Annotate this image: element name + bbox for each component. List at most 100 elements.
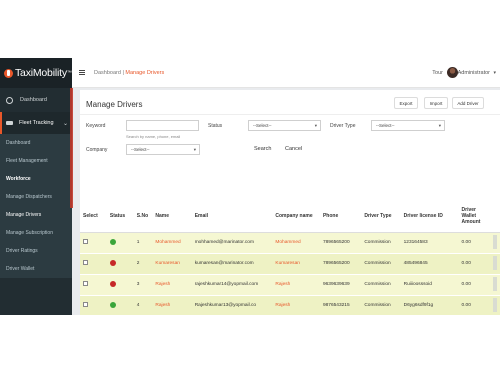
company-link[interactable]: Rajesh (272, 274, 320, 296)
status-active-icon[interactable] (109, 238, 116, 245)
drivers-table-body: 1 Mohammed mohhamed@marinator.com Mohammed 7… (80, 232, 500, 315)
license-cell: Ruiiioosssoid (400, 274, 459, 296)
sidebar-item-fleet-tracking[interactable]: Fleet Tracking ⌄ (0, 112, 72, 134)
phone-cell: 7896565200 (319, 253, 362, 275)
dashboard-icon (6, 96, 13, 104)
menu-toggle-icon[interactable] (79, 69, 85, 76)
header-divider (80, 114, 500, 115)
driver-type-cell: Commission (361, 274, 401, 296)
tour-link[interactable]: Tour (432, 70, 443, 76)
user-name[interactable]: Administrator (458, 70, 490, 76)
company-link[interactable]: Mohammed (272, 232, 320, 254)
name-link[interactable]: Mohammed (152, 232, 192, 254)
chevron-down-icon: ⌄ (62, 121, 68, 127)
select-checkbox[interactable] (83, 239, 88, 244)
col-wallet[interactable]: Driver Wallet Amount (458, 200, 490, 233)
wallet-cell: 0.00 (458, 274, 490, 296)
col-select: Select (80, 200, 107, 233)
overflow-cell (489, 295, 500, 315)
status-select[interactable]: --Select-- ▾ (248, 120, 321, 131)
avatar[interactable] (447, 67, 458, 78)
add-driver-button[interactable]: Add Driver (452, 97, 484, 109)
overflow-cell (489, 232, 500, 254)
col-name[interactable]: Name (152, 200, 192, 233)
chevron-down-icon: ▾ (314, 123, 317, 128)
status-cell (106, 232, 134, 254)
breadcrumb-root[interactable]: Dashboard (94, 70, 121, 76)
email-cell: rajeshkumar14@yopmail.com (191, 274, 273, 296)
sidebar-item-manage-drivers[interactable]: Manage Drivers (0, 206, 72, 224)
overflow-cell (489, 253, 500, 275)
email-cell: mohhamed@marinator.com (191, 232, 273, 254)
col-sno[interactable]: S.No (133, 200, 153, 233)
cancel-button[interactable]: Cancel (285, 146, 302, 152)
company-link[interactable]: Kumaresan (272, 253, 320, 275)
table-row[interactable]: 1 Mohammed mohhamed@marinator.com Mohammed 7… (80, 232, 500, 254)
sidebar-section-workforce: Workforce (6, 176, 31, 182)
sidebar-item-fleet-management[interactable]: Fleet Management (0, 152, 72, 170)
sidebar-submenu: Dashboard Fleet Management Workforce Man… (0, 134, 72, 278)
import-button[interactable]: Import (424, 97, 448, 109)
phone-cell: 9876543215 (319, 295, 362, 315)
search-button[interactable]: Search (254, 146, 271, 152)
phone-cell: 9639639639 (319, 274, 362, 296)
top-bar: Dashboard | Manage Drivers Tour Administ… (72, 58, 500, 88)
select-checkbox (80, 295, 107, 315)
license-cell: 123164583 (400, 232, 459, 254)
select-checkbox[interactable] (83, 260, 88, 265)
sidebar-item-dashboard-sub[interactable]: Dashboard (0, 134, 72, 152)
drivers-table: Select Status S.No Name Email Company na… (80, 200, 500, 315)
col-phone[interactable]: Phone (319, 200, 362, 233)
overflow-column (492, 297, 497, 312)
select-checkbox (80, 232, 107, 254)
select-checkbox[interactable] (83, 281, 88, 286)
overflow-cell (489, 274, 500, 296)
caret-down-icon[interactable]: ▾ (493, 70, 496, 76)
driver-type-select[interactable]: --Select-- ▾ (371, 120, 445, 131)
brand-name: TaxiMobility (15, 67, 67, 79)
sidebar-item-driver-wallet[interactable]: Driver Wallet (0, 260, 72, 278)
sidebar-item-manage-dispatchers[interactable]: Manage Dispatchers (0, 188, 72, 206)
sidebar-item-dashboard[interactable]: Dashboard (0, 88, 72, 112)
export-button[interactable]: Export (394, 97, 418, 109)
col-company[interactable]: Company name (272, 200, 320, 233)
status-cell (106, 253, 134, 275)
name-link[interactable]: Rajesh (152, 274, 192, 296)
sidebar-item-manage-subscription[interactable]: Manage Subscription (0, 224, 72, 242)
overflow-column (492, 276, 497, 291)
col-license[interactable]: Driver license ID (400, 200, 459, 233)
company-select[interactable]: --Select-- ▾ (126, 144, 200, 155)
wallet-cell: 0.00 (458, 232, 490, 254)
status-inactive-icon[interactable] (109, 259, 116, 266)
chevron-down-icon: ▾ (193, 147, 196, 152)
wallet-cell: 0.00 (458, 295, 490, 315)
breadcrumb-current: Manage Drivers (125, 69, 165, 76)
select-checkbox (80, 253, 107, 275)
select-checkbox[interactable] (83, 302, 88, 307)
col-email[interactable]: Email (191, 200, 273, 233)
status-inactive-icon[interactable] (109, 280, 116, 287)
status-active-icon[interactable] (109, 301, 116, 308)
brand[interactable]: TaxiMobility ™ (0, 58, 72, 88)
overflow-column (492, 234, 497, 249)
keyword-input[interactable] (126, 120, 199, 131)
overflow-column (492, 255, 497, 270)
breadcrumb: Dashboard | Manage Drivers (94, 70, 164, 76)
license-cell: D6yg6sdf9f1g (400, 295, 459, 315)
col-driver-type[interactable]: Driver Type (361, 200, 401, 233)
table-row[interactable]: 3 Rajesh rajeshkumar14@yopmail.com Rajesh 96… (80, 274, 500, 296)
name-link[interactable]: Kumaresan (152, 253, 192, 275)
sidebar-item-driver-ratings[interactable]: Driver Ratings (0, 242, 72, 260)
table-row[interactable]: 4 Rajesh Rajeshkumar13@yopmail.co Rajesh 987… (80, 295, 500, 315)
col-status[interactable]: Status (106, 200, 134, 233)
license-cell: 485496845 (400, 253, 459, 275)
company-link[interactable]: Rajesh (272, 295, 320, 315)
sno-cell: 4 (133, 295, 153, 315)
name-link[interactable]: Rajesh (152, 295, 192, 315)
page-title: Manage Drivers (86, 100, 143, 109)
table-row[interactable]: 2 Kumaresan kumaresan@marinator.com Kumares… (80, 253, 500, 275)
sno-cell: 3 (133, 274, 153, 296)
keyword-hint: Search by name, phone, email (126, 134, 181, 139)
sidebar-scrollbar[interactable] (70, 88, 73, 208)
app-frame: TaxiMobility ™ Dashboard Fleet Tracking ⌄… (0, 58, 500, 315)
